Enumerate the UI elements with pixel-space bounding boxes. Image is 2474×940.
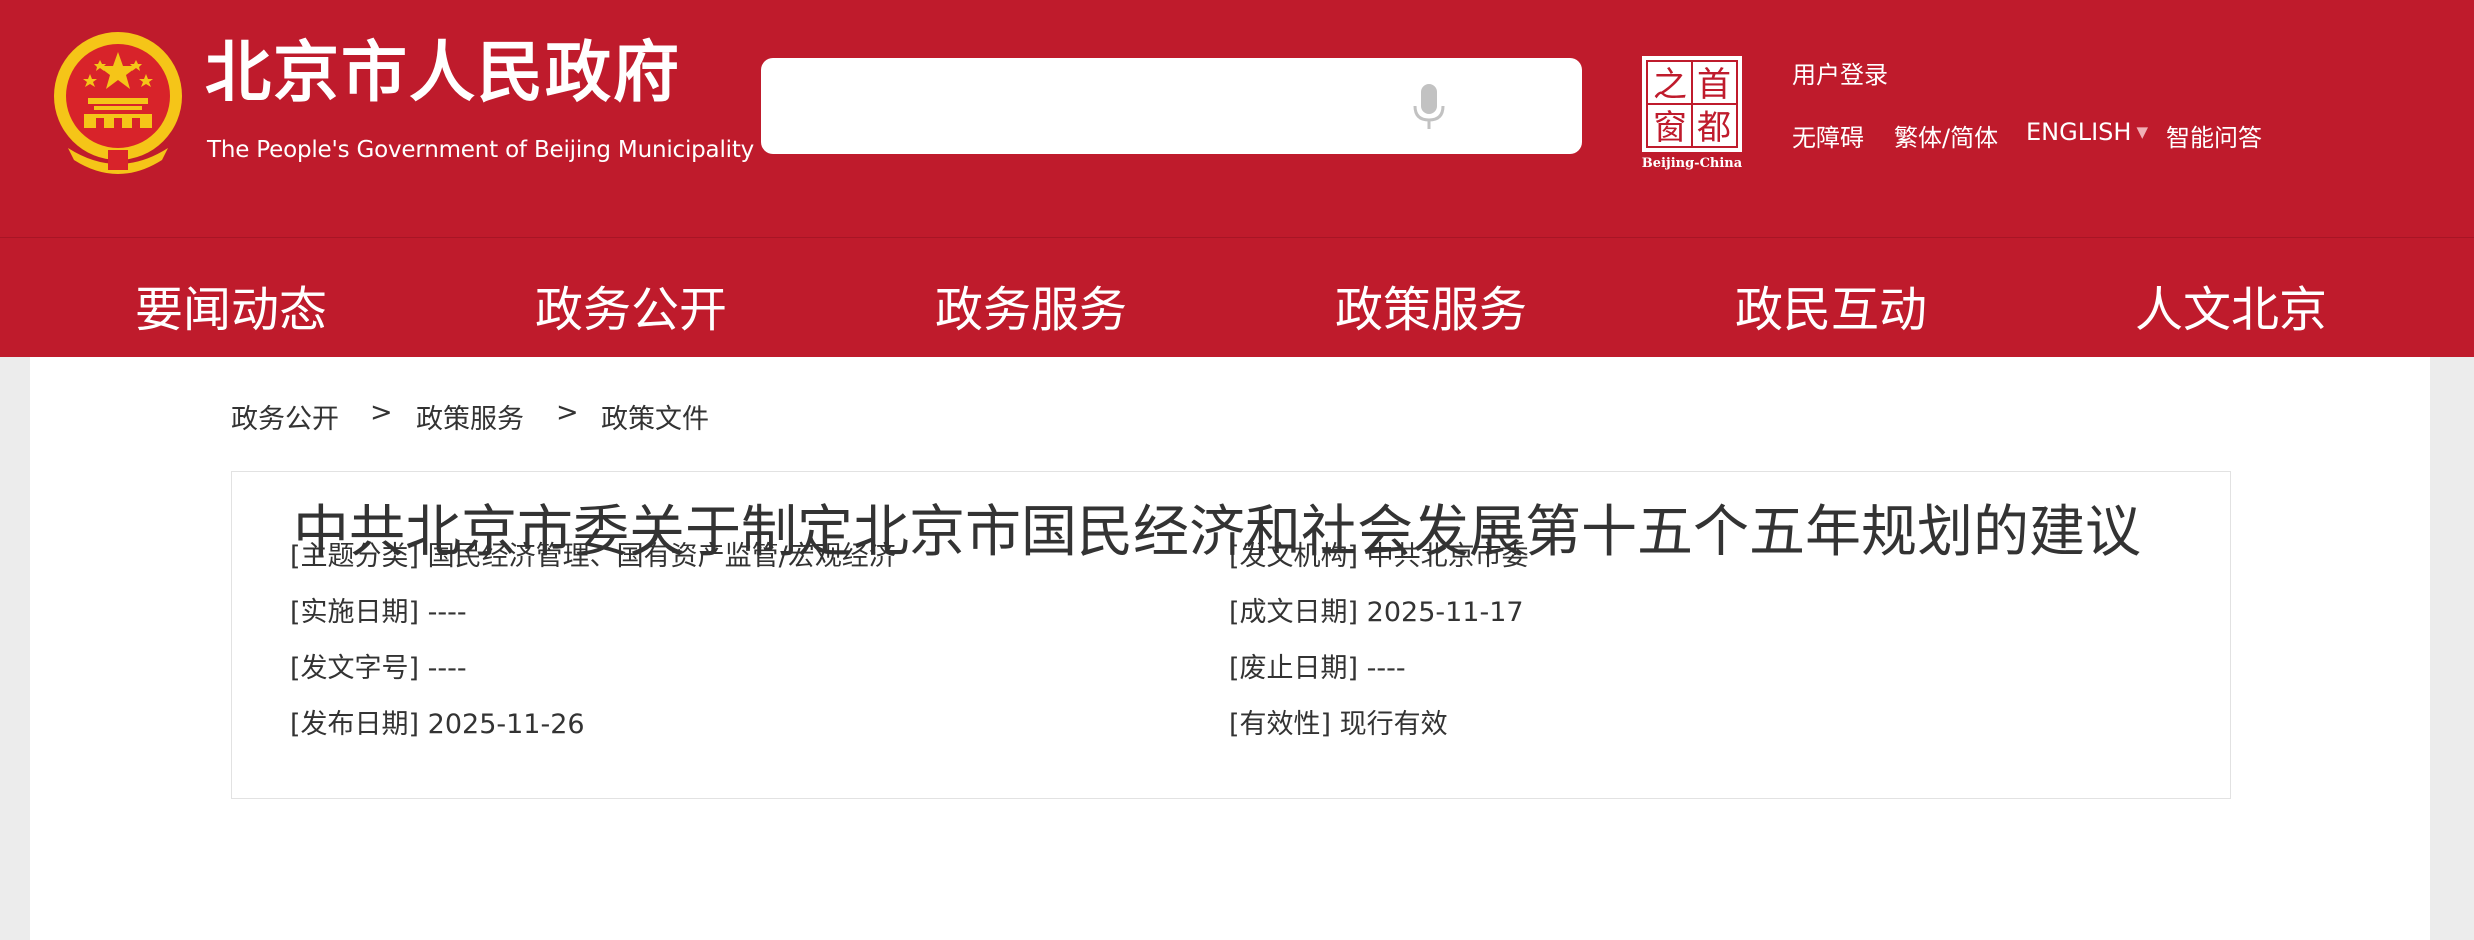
breadcrumb-separator: > — [370, 397, 393, 428]
capital-logo-char-4: 窗 — [1653, 108, 1687, 148]
site-logo-subtitle[interactable]: The People's Government of Beijing Munic… — [207, 137, 754, 163]
info-label: [发文字号] — [290, 653, 420, 684]
info-label: [发布日期] — [290, 709, 420, 740]
english-link[interactable]: ENGLISH ▼ — [2026, 118, 2148, 146]
nav-item-culture[interactable]: 人文北京 — [2135, 270, 2327, 340]
info-repeal-date: [废止日期] ---- — [1229, 646, 1406, 685]
info-label: [成文日期] — [1229, 597, 1359, 628]
breadcrumb-item-gov-affairs[interactable]: 政务公开 — [231, 397, 339, 436]
national-emblem-icon[interactable] — [48, 30, 188, 175]
breadcrumb-separator: > — [556, 397, 579, 428]
info-value: 现行有效 — [1339, 709, 1448, 740]
search-box — [761, 58, 1582, 154]
nav-item-interaction[interactable]: 政民互动 — [1735, 270, 1927, 340]
site-logo-title[interactable]: 北京市人民政府 — [205, 40, 681, 106]
document-title: 中共北京市委关于制定北京市国民经济和社会发展第十五个五年规划的建议 — [293, 500, 2141, 565]
nav-item-gov-affairs-open[interactable]: 政务公开 — [535, 270, 727, 340]
site-header: 北京市人民政府 The People's Government of Beiji… — [0, 0, 2474, 237]
smart-qa-link[interactable]: 智能问答 — [2166, 118, 2262, 153]
nav-item-news[interactable]: 要闻动态 — [135, 270, 327, 340]
info-effective-date: [实施日期] ---- — [290, 590, 467, 629]
info-value: ---- — [427, 653, 467, 684]
info-label: [废止日期] — [1229, 653, 1359, 684]
info-value: 2025-11-17 — [1366, 597, 1524, 628]
capital-logo-en: Beijing-China — [1642, 156, 1743, 171]
traditional-simplified-link[interactable]: 繁体/简体 — [1894, 118, 1998, 153]
accessibility-link[interactable]: 无障碍 — [1792, 118, 1864, 153]
dropdown-triangle-icon: ▼ — [2136, 123, 2148, 141]
info-label: [实施日期] — [290, 597, 420, 628]
nav-item-gov-services[interactable]: 政务服务 — [935, 270, 1127, 340]
info-value: ---- — [1366, 653, 1406, 684]
capital-logo-char-2: 都 — [1697, 108, 1731, 148]
microphone-icon[interactable] — [1410, 82, 1448, 132]
main-nav: 要闻动态 政务公开 政务服务 政策服务 政民互动 人文北京 — [0, 237, 2474, 357]
capital-logo-char-3: 之 — [1653, 65, 1687, 105]
search-input[interactable] — [761, 58, 1461, 154]
capital-window-logo-icon[interactable]: 首 都 之 窗 Beijing-China — [1638, 50, 1758, 174]
breadcrumb-item-policy-documents[interactable]: 政策文件 — [601, 397, 709, 436]
info-publish-date: [发布日期] 2025-11-26 — [290, 702, 585, 741]
capital-logo-char-1: 首 — [1697, 65, 1731, 105]
info-doc-number: [发文字号] ---- — [290, 646, 467, 685]
info-label: [有效性] — [1229, 709, 1332, 740]
info-value: ---- — [427, 597, 467, 628]
info-value: 2025-11-26 — [427, 709, 585, 740]
main-content: 政务公开 > 政策服务 > 政策文件 [主题分类] 国民经济管理、国有资产监管/… — [30, 357, 2430, 940]
nav-item-policy-services[interactable]: 政策服务 — [1335, 270, 1527, 340]
breadcrumb-item-policy-services[interactable]: 政策服务 — [416, 397, 524, 436]
info-validity: [有效性] 现行有效 — [1229, 702, 1448, 741]
info-written-date: [成文日期] 2025-11-17 — [1229, 590, 1524, 629]
english-label: ENGLISH — [2026, 118, 2132, 146]
login-link[interactable]: 用户登录 — [1792, 55, 1888, 90]
